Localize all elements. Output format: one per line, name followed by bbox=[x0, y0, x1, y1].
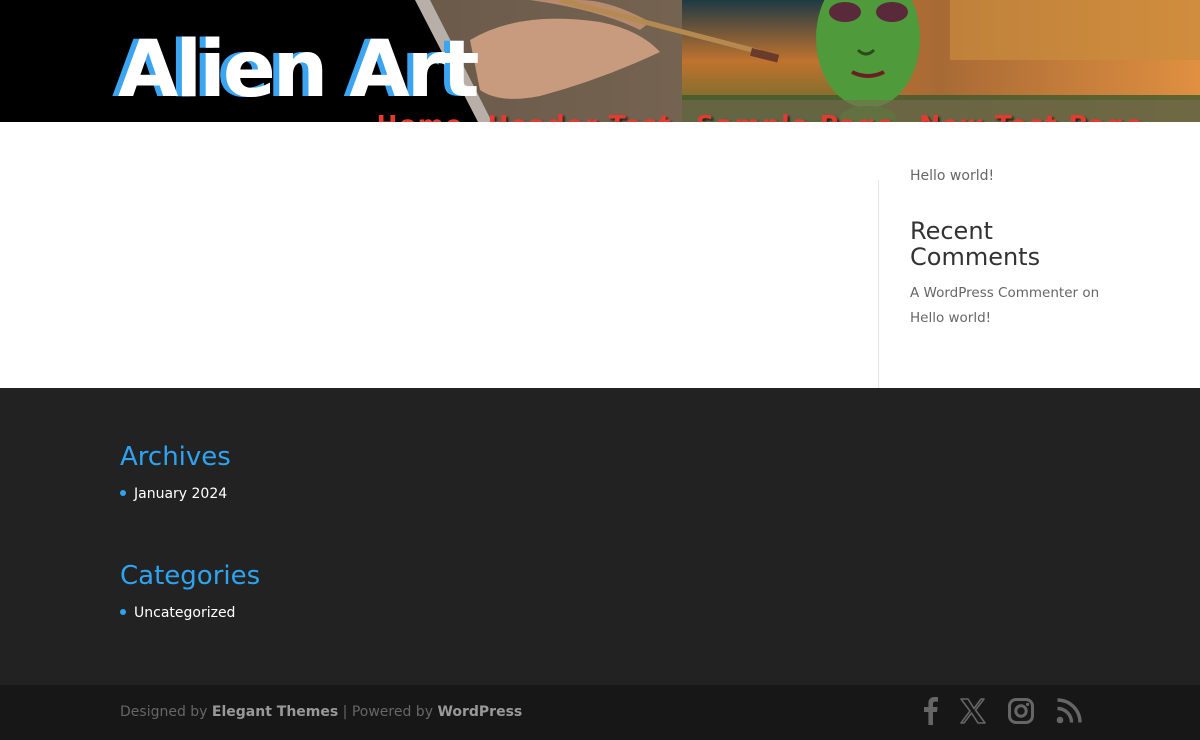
rss-icon[interactable] bbox=[1056, 698, 1082, 724]
comment-post-link[interactable]: Hello world! bbox=[910, 310, 991, 326]
site-logo[interactable]: Alien Art bbox=[118, 20, 480, 120]
facebook-icon[interactable] bbox=[924, 697, 938, 725]
footer-widgets: Archives January 2024 Categories Uncateg… bbox=[0, 388, 1200, 685]
wordpress-link[interactable]: WordPress bbox=[437, 704, 522, 720]
comment-on-label: on bbox=[1082, 285, 1100, 301]
recent-post-link[interactable]: Hello world! bbox=[910, 166, 994, 180]
sidebar-divider bbox=[878, 180, 879, 388]
category-item-label[interactable]: Uncategorized bbox=[134, 605, 235, 621]
recent-comment-item: A WordPress Commenter on Hello world! bbox=[910, 281, 1100, 331]
categories-title: Categories bbox=[120, 561, 261, 591]
recent-comments-title: Recent Comments bbox=[910, 217, 1041, 271]
bullet-icon bbox=[120, 490, 126, 496]
instagram-icon[interactable] bbox=[1008, 698, 1034, 724]
category-item[interactable]: Uncategorized bbox=[120, 603, 235, 623]
footer-bottom-bar: Designed by Elegant Themes | Powered by … bbox=[0, 685, 1200, 740]
comment-author-link[interactable]: A WordPress Commenter bbox=[910, 285, 1078, 301]
social-icons bbox=[924, 697, 1082, 725]
bullet-icon bbox=[120, 609, 126, 615]
site-header: Alien Art bbox=[0, 0, 1200, 122]
archive-item[interactable]: January 2024 bbox=[120, 484, 227, 504]
recent-post-link-text[interactable]: Hello world! bbox=[910, 166, 994, 180]
x-icon[interactable] bbox=[960, 698, 986, 724]
footer-credits: Designed by Elegant Themes | Powered by … bbox=[120, 702, 522, 722]
archive-item-label[interactable]: January 2024 bbox=[134, 486, 227, 502]
designed-by-label: Designed by bbox=[120, 704, 208, 720]
archives-title: Archives bbox=[120, 442, 231, 472]
elegant-themes-link[interactable]: Elegant Themes bbox=[212, 704, 338, 720]
powered-by-label: | Powered by bbox=[342, 704, 433, 720]
